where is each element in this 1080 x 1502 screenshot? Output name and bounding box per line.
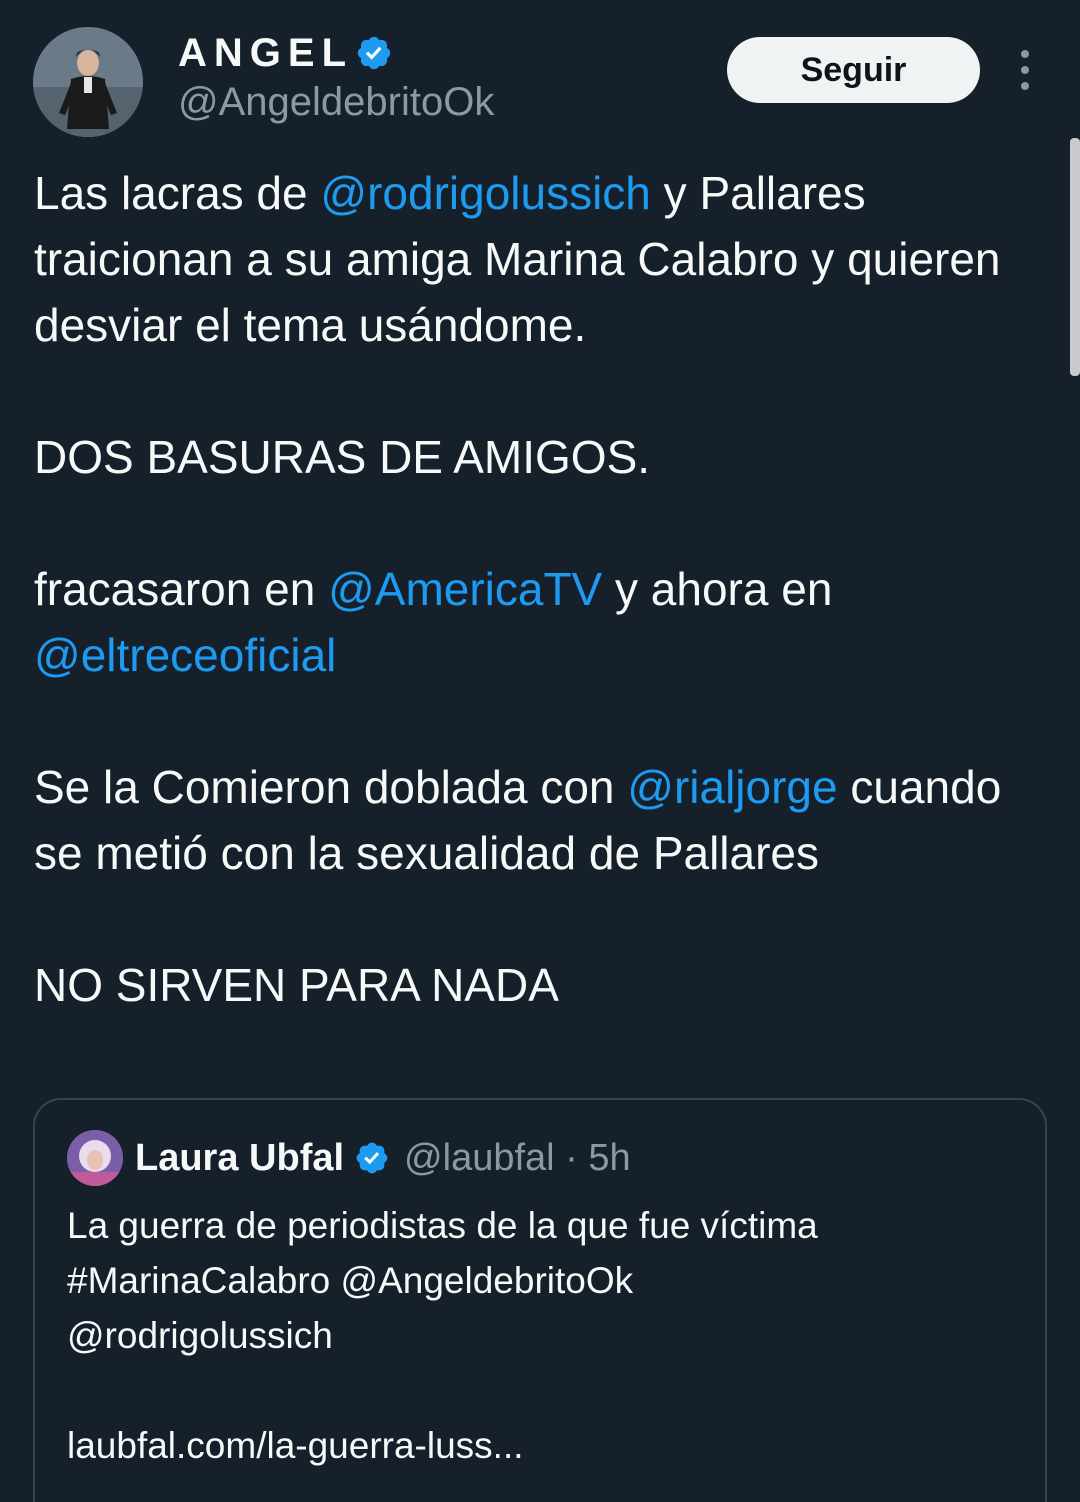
text-segment: Se la Comieron doblada con — [34, 761, 628, 813]
quoted-tweet-text: La guerra de periodistas de la que fue v… — [67, 1198, 1027, 1473]
tweet-paragraph-1: Las lacras de @rodrigolussich y Pallares… — [34, 160, 1044, 358]
tweet-text: Las lacras de @rodrigolussich y Pallares… — [34, 160, 1044, 1018]
text-segment: fracasaron en — [34, 563, 329, 615]
verified-badge-icon — [356, 1142, 388, 1174]
author-name-row[interactable]: ANGEL — [178, 30, 393, 76]
mention-link[interactable]: @AmericaTV — [328, 563, 602, 615]
text-segment: y ahora en — [602, 563, 833, 615]
meta-separator: · — [565, 1136, 578, 1179]
avatar-image — [33, 27, 143, 137]
author-name[interactable]: ANGEL — [178, 30, 353, 76]
quoted-line: @rodrigolussich — [67, 1315, 333, 1356]
more-vertical-icon[interactable] — [1012, 50, 1038, 90]
tweet-paragraph-3: fracasaron en @AmericaTV y ahora en @elt… — [34, 556, 1044, 688]
quoted-author-handle[interactable]: @laubfal — [404, 1137, 555, 1180]
quoted-avatar-image — [67, 1130, 123, 1186]
tweet-view: ANGEL @AngeldebritoOk Seguir Las lacras … — [0, 0, 1080, 1502]
quoted-timestamp[interactable]: 5h — [588, 1137, 630, 1180]
author-avatar[interactable] — [33, 27, 143, 137]
mention-link[interactable]: @rodrigolussich — [320, 167, 651, 219]
mention-link[interactable]: @eltreceoficial — [34, 629, 336, 681]
tweet-paragraph-4: Se la Comieron doblada con @rialjorge cu… — [34, 754, 1044, 886]
quoted-author-avatar[interactable] — [67, 1130, 123, 1186]
quoted-line: La guerra de periodistas de la que fue v… — [67, 1205, 818, 1246]
verified-badge-icon — [357, 36, 391, 70]
quoted-author-name[interactable]: Laura Ubfal — [135, 1137, 344, 1180]
scrollbar[interactable] — [1070, 138, 1080, 376]
quoted-link[interactable]: laubfal.com/la-guerra-luss... — [67, 1418, 1027, 1473]
follow-button[interactable]: Seguir — [727, 37, 980, 103]
text-segment: Las lacras de — [34, 167, 321, 219]
author-handle[interactable]: @AngeldebritoOk — [178, 80, 494, 125]
mention-link[interactable]: @rialjorge — [627, 761, 837, 813]
quoted-tweet[interactable]: Laura Ubfal @laubfal · 5h La guerra de p… — [33, 1098, 1047, 1502]
tweet-paragraph-2: DOS BASURAS DE AMIGOS. — [34, 431, 651, 483]
quoted-line: #MarinaCalabro @AngeldebritoOk — [67, 1260, 634, 1301]
quoted-tweet-header: Laura Ubfal @laubfal · 5h — [67, 1130, 631, 1186]
tweet-paragraph-5: NO SIRVEN PARA NADA — [34, 959, 559, 1011]
